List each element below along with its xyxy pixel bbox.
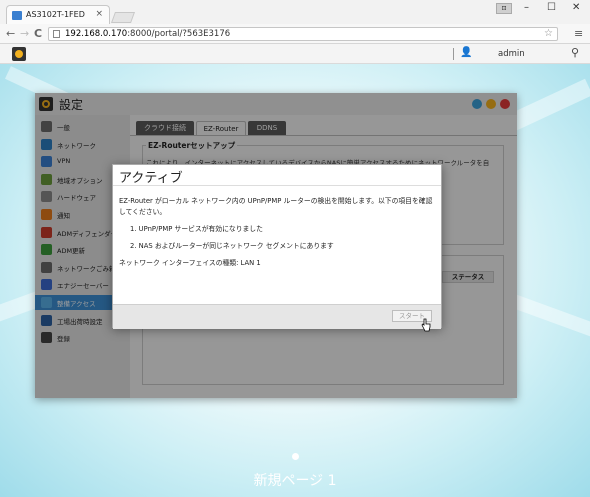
tab-title: AS3102T-1FED: [26, 10, 85, 19]
browser-toolbar: ← → C 192.168.0.170:8000/portal/?563E317…: [0, 24, 590, 44]
reload-icon[interactable]: C: [34, 27, 42, 40]
page-label: 新規ページ 1: [253, 473, 337, 489]
interface-type: ネットワーク インターフェイスの種類: LAN 1: [119, 259, 261, 267]
bookmark-star-icon[interactable]: ☆: [544, 28, 553, 39]
hand-cursor-icon: [421, 318, 431, 332]
url-host: 192.168.0.170: [65, 29, 128, 39]
page-icon: [53, 30, 60, 38]
checklist-item-2: 2. NAS およびルーターが同じネットワーク セグメントにあります: [130, 242, 334, 250]
favicon-icon: [12, 11, 22, 20]
back-icon[interactable]: ←: [6, 27, 15, 40]
browser-menu-icon[interactable]: ≡: [574, 27, 583, 40]
user-icon[interactable]: 👤: [460, 47, 472, 58]
minimize-icon[interactable]: –: [524, 2, 529, 13]
page-indicator-dot[interactable]: [292, 453, 299, 460]
address-bar[interactable]: 192.168.0.170:8000/portal/?563E3176 ☆: [48, 27, 558, 41]
window-close-icon[interactable]: ✕: [572, 2, 580, 13]
activate-dialog: アクティブ EZ-Router がローカル ネットワーク内の UPnP/PMP …: [112, 164, 442, 329]
url-path: :8000/portal/?563E3176: [127, 29, 231, 39]
tab-close-icon[interactable]: ×: [95, 9, 103, 19]
adm-top-bar: 👤 admin ⚲: [0, 44, 590, 64]
checklist-item-1: 1. UPnP/PMP サービスが有効になりました: [130, 225, 263, 233]
divider: [113, 185, 441, 186]
dialog-line-2: してください。: [119, 208, 167, 216]
dialog-line-1: EZ-Router がローカル ネットワーク内の UPnP/PMP ルーターの検…: [119, 197, 433, 205]
url-text: 192.168.0.170:8000/portal/?563E3176: [65, 29, 230, 39]
forward-icon[interactable]: →: [20, 27, 29, 40]
adm-home-icon[interactable]: [12, 47, 26, 61]
browser-tabstrip: AS3102T-1FED × ⊡ – ☐ ✕: [0, 0, 590, 24]
search-icon[interactable]: ⚲: [571, 46, 579, 59]
maximize-icon[interactable]: ☐: [547, 2, 556, 13]
divider: [453, 48, 454, 60]
admin-username[interactable]: admin: [498, 49, 525, 59]
new-tab-button[interactable]: [110, 12, 136, 23]
browser-tab[interactable]: AS3102T-1FED ×: [6, 5, 110, 24]
dialog-title: アクティブ: [119, 171, 183, 186]
profile-icon[interactable]: ⊡: [496, 3, 512, 14]
